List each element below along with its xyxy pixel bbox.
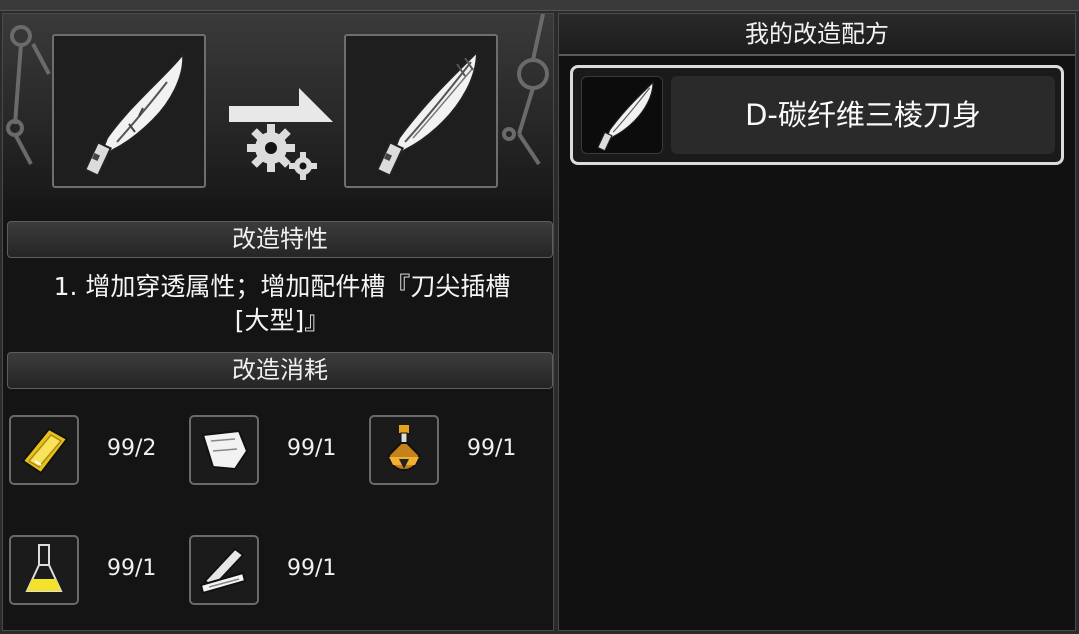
recipe-panel-title: 我的改造配方 [559,14,1075,56]
gears-icon [247,124,317,180]
cost-count: 99/2 [107,436,157,461]
result-item-slot[interactable] [344,34,498,188]
carbon-fiber-blade-icon [375,49,479,176]
robot-arm-right-decoration [502,14,549,166]
cost-item-slot[interactable] [9,535,79,605]
trait-description: 1. 增加穿透属性；增加配件槽『刀尖插槽 [大型]』 [9,270,553,338]
cost-count: 99/1 [467,436,517,461]
carbon-fiber-blade-icon [597,80,654,151]
cost-item-slot[interactable] [369,415,439,485]
cost-item-slot[interactable] [189,415,259,485]
modify-panel: 改造特性 1. 增加穿透属性；增加配件槽『刀尖插槽 [大型]』 改造消耗 99/… [2,13,554,631]
cost-item-slot[interactable] [9,415,79,485]
cost-count: 99/1 [107,556,157,581]
recipe-icon-box [581,76,663,154]
cost-item-slot[interactable] [189,535,259,605]
traits-header: 改造特性 [7,221,553,258]
recipe-panel: 我的改造配方 D-碳纤维三棱刀身 [558,13,1076,631]
amber-potion-icon [387,425,421,471]
trait-line-2: [大型]』 [234,306,330,335]
recipe-item[interactable]: D-碳纤维三棱刀身 [570,65,1064,165]
recipe-name: D-碳纤维三棱刀身 [671,76,1055,154]
trait-line-1: 1. 增加穿透属性；增加配件槽『刀尖插槽 [53,272,511,301]
cost-header: 改造消耗 [7,352,553,389]
cost-count: 99/1 [287,556,337,581]
curved-blade-icon [83,51,185,176]
gold-plate-icon [21,427,69,475]
cost-count: 99/1 [287,436,337,461]
traits-header-label: 改造特性 [232,225,328,253]
source-item-slot[interactable] [52,34,206,188]
cloth-scrap-icon [201,429,249,471]
yellow-flask-icon [25,544,63,592]
cost-header-label: 改造消耗 [232,356,328,384]
top-bar [0,0,1079,11]
wood-planks-icon [199,547,247,595]
